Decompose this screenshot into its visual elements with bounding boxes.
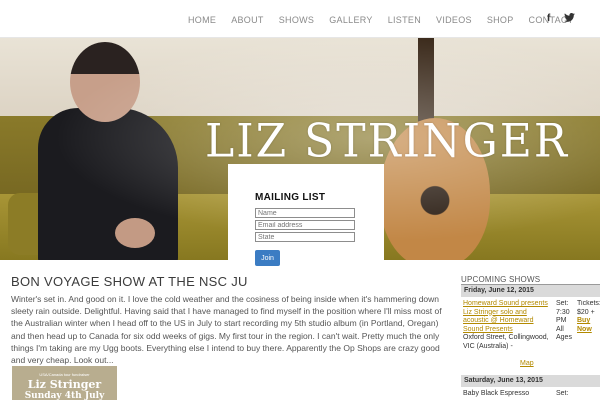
email-field[interactable] [255,220,355,230]
top-navbar: HOME ABOUT SHOWS GALLERY LISTEN VIDEOS S… [0,0,600,38]
nav-videos[interactable]: VIDEOS [436,15,472,25]
nav-home[interactable]: HOME [188,15,216,25]
state-field[interactable] [255,232,355,242]
post-title[interactable]: BON VOYAGE SHOW AT THE NSC JU [11,274,248,289]
event-time: Set: [556,390,569,397]
poster-name: Liz Stringer [27,378,102,391]
map-link[interactable]: Map [520,360,534,367]
nav-gallery[interactable]: GALLERY [329,15,372,25]
event-poster-image[interactable]: USA/Canada tour fundraiser Liz Stringer … [12,366,117,400]
social-links: f [547,13,576,25]
nav-shows[interactable]: SHOWS [279,15,315,25]
join-button[interactable]: Join [255,250,280,266]
event-venue: Homeward Sound presents Liz Stringer sol… [463,300,553,352]
event-address: Oxford Street, Collingwood, VIC (Austral… [463,334,549,350]
main-nav: HOME ABOUT SHOWS GALLERY LISTEN VIDEOS S… [188,15,588,25]
event-tickets: Tickets: $20 + [577,300,600,316]
event-ages: All Ages [556,325,572,342]
post-body: Winter's set in. And good on it. I love … [11,294,442,366]
nav-shop[interactable]: SHOP [487,15,514,25]
artist-logo: LIZ STRINGER [205,114,570,169]
nav-about[interactable]: ABOUT [231,15,264,25]
event-time-col: Set: 7:30 PM All Ages [556,300,576,343]
mailing-list-title: MAILING LIST [255,192,326,203]
nav-listen[interactable]: LISTEN [388,15,421,25]
event-tickets-col: Tickets: $20 + Buy Now [577,300,600,334]
buy-now-link[interactable]: Buy Now [577,317,592,333]
event-venue: Baby Black Espresso [463,390,553,399]
event-time: Set: 7:30 PM [556,300,570,325]
poster-date: Sunday 4th July [24,391,105,400]
event-venue-name[interactable]: Baby Black Espresso [463,390,529,397]
event-date: Saturday, June 13, 2015 [461,375,600,387]
twitter-icon[interactable] [564,13,576,25]
poster-subtitle: USA/Canada tour fundraiser [39,372,90,377]
name-field[interactable] [255,208,355,218]
event-date: Friday, June 12, 2015 [461,285,600,297]
facebook-icon[interactable]: f [547,13,550,25]
mailing-list-box: MAILING LIST Join [228,164,384,274]
upcoming-shows-title: UPCOMING SHOWS [461,275,541,284]
event-venue-link[interactable]: Homeward Sound presents Liz Stringer sol… [463,300,548,333]
